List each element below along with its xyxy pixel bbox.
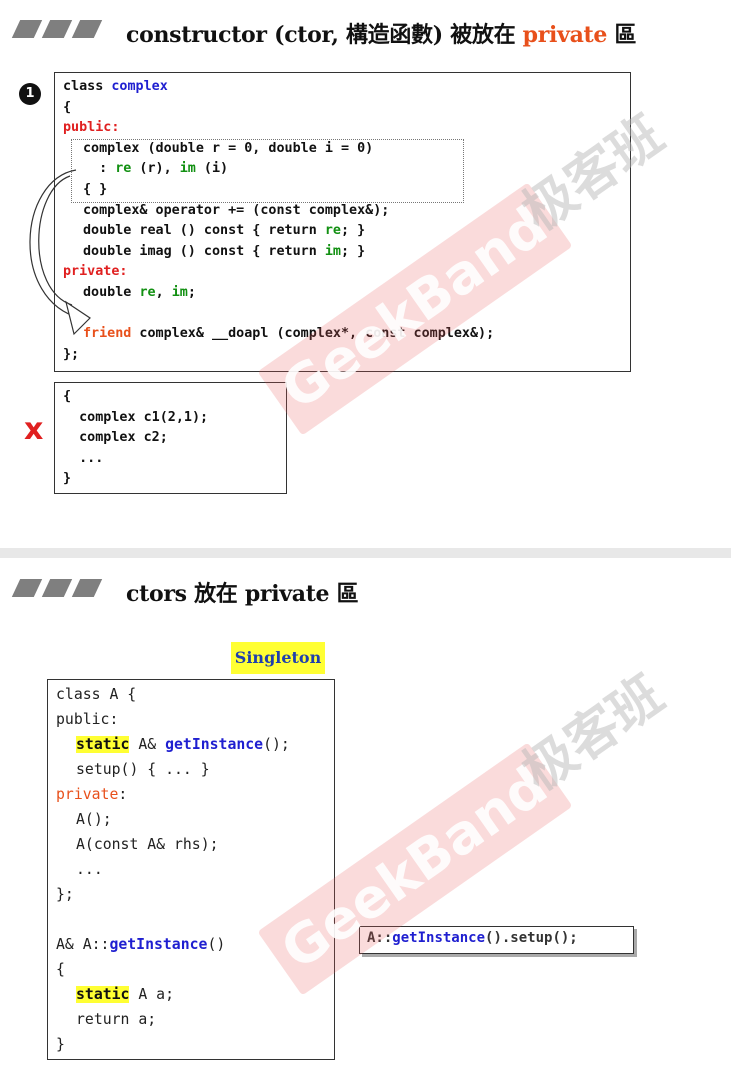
usage-line-c2: complex c2; bbox=[63, 430, 168, 446]
s-line-copy-ctor: A(const A& rhs); bbox=[76, 836, 219, 853]
usage-code: { complex c1(2,1); complex c2; ... } bbox=[54, 382, 287, 494]
s-line-return: return a; bbox=[76, 1011, 157, 1028]
s-line-getinstance-def: A& A::getInstance() bbox=[56, 936, 226, 953]
s-line-close-body: } bbox=[56, 1036, 65, 1053]
call-line: A::getInstance().setup(); bbox=[367, 930, 578, 946]
usage-line-close: } bbox=[63, 471, 72, 487]
s-line-static-a: static A a; bbox=[76, 986, 174, 1003]
singleton-label: Singleton bbox=[231, 642, 325, 674]
s-line-private: private: bbox=[56, 786, 128, 803]
s-line-open-body: { bbox=[56, 961, 65, 978]
title-bars-icon bbox=[11, 579, 103, 599]
s-line-setup: setup() { ... } bbox=[76, 761, 210, 778]
slide-separator bbox=[0, 548, 731, 558]
s-line-getinstance-decl: static A& getInstance(); bbox=[76, 736, 290, 753]
usage-line-open: { bbox=[63, 389, 72, 404]
s-line-dots: ... bbox=[76, 861, 103, 878]
usage-line-c1: complex c1(2,1); bbox=[63, 409, 209, 425]
error-x-icon: x bbox=[24, 412, 44, 447]
slide-constructor-private: constructor (ctor, 構造函數) 被放在 private 區 1… bbox=[0, 0, 731, 548]
s-line-ctor: A(); bbox=[76, 811, 112, 828]
singleton-call-code: A::getInstance().setup(); bbox=[359, 926, 634, 954]
s-line-public: public: bbox=[56, 711, 119, 728]
slide2-title: ctors 放在 private 區 bbox=[126, 581, 359, 607]
s-line-close-class: }; bbox=[56, 886, 74, 903]
s-line-class: class A { bbox=[56, 686, 137, 703]
usage-line-dots: ... bbox=[63, 450, 104, 466]
singleton-class-code: class A { public: static A& getInstance(… bbox=[47, 679, 335, 1060]
